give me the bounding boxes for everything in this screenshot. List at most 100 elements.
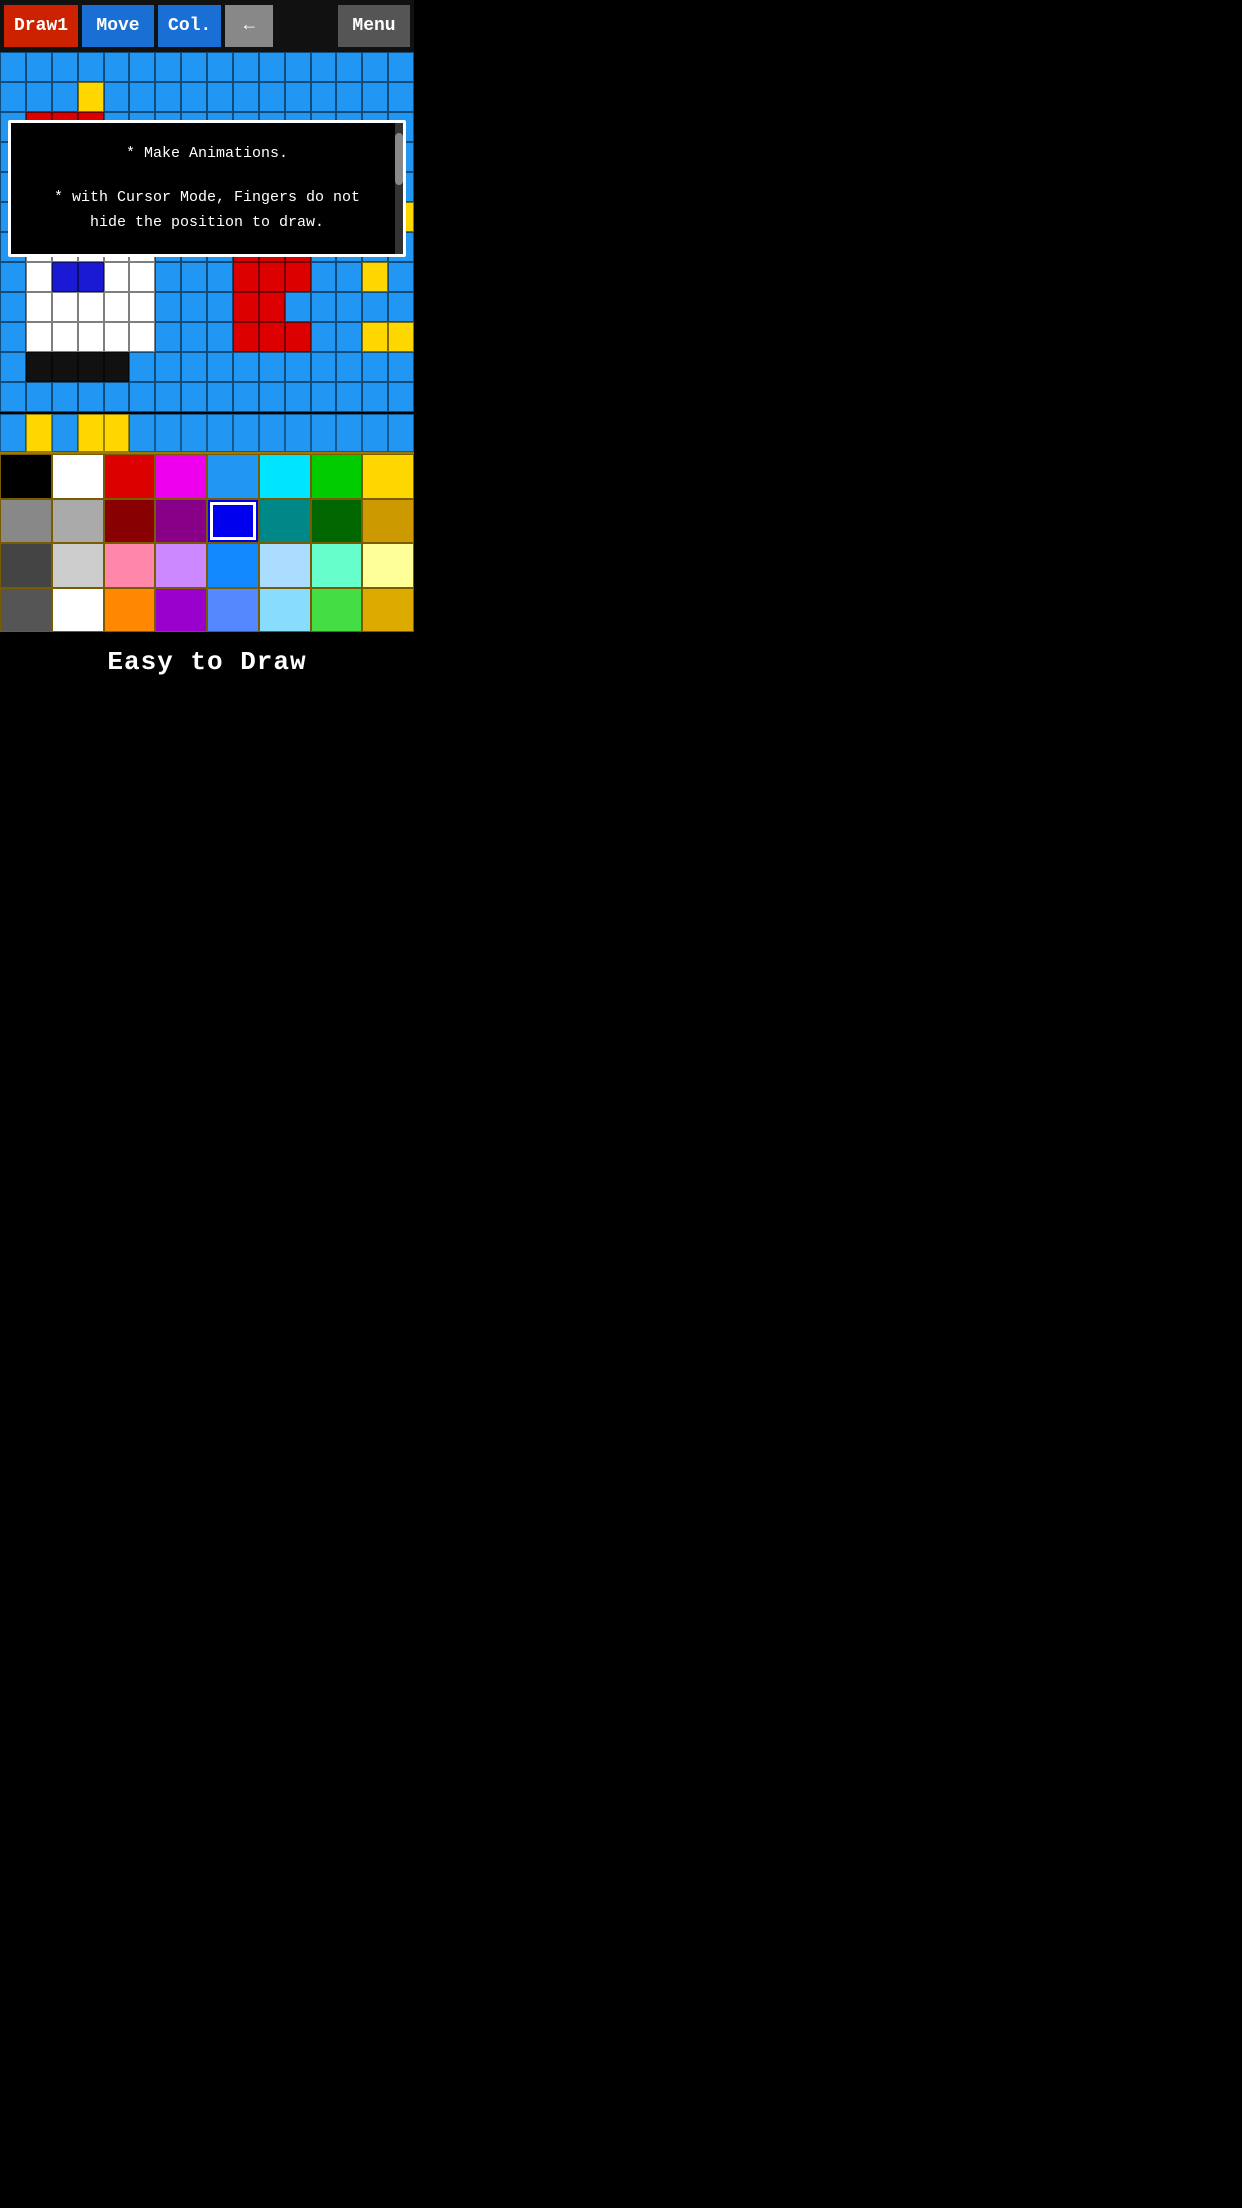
pixel-cell[interactable] — [26, 382, 52, 412]
palette-row-cell[interactable] — [104, 414, 130, 452]
pixel-cell[interactable] — [259, 322, 285, 352]
palette-row-cell[interactable] — [129, 414, 155, 452]
color-swatch[interactable] — [311, 499, 363, 544]
pixel-cell[interactable] — [0, 382, 26, 412]
pixel-cell[interactable] — [129, 262, 155, 292]
pixel-cell[interactable] — [155, 82, 181, 112]
palette-row-cell[interactable] — [78, 414, 104, 452]
color-swatch[interactable] — [0, 588, 52, 633]
pixel-cell[interactable] — [207, 352, 233, 382]
pixel-cell[interactable] — [104, 352, 130, 382]
color-swatch[interactable] — [259, 499, 311, 544]
color-swatch[interactable] — [362, 543, 414, 588]
pixel-cell[interactable] — [233, 52, 259, 82]
color-swatch[interactable] — [104, 454, 156, 499]
pixel-cell[interactable] — [311, 322, 337, 352]
color-swatch[interactable] — [52, 499, 104, 544]
pixel-cell[interactable] — [52, 322, 78, 352]
move-button[interactable]: Move — [82, 5, 154, 47]
color-swatch[interactable] — [207, 499, 259, 544]
pixel-cell[interactable] — [285, 82, 311, 112]
pixel-cell[interactable] — [104, 262, 130, 292]
pixel-cell[interactable] — [78, 322, 104, 352]
color-swatch[interactable] — [0, 499, 52, 544]
pixel-cell[interactable] — [155, 52, 181, 82]
col-button[interactable]: Col. — [158, 5, 221, 47]
pixel-cell[interactable] — [311, 352, 337, 382]
pixel-cell[interactable] — [181, 322, 207, 352]
pixel-cell[interactable] — [52, 352, 78, 382]
color-swatch[interactable] — [311, 588, 363, 633]
pixel-cell[interactable] — [181, 382, 207, 412]
menu-button[interactable]: Menu — [338, 5, 410, 47]
pixel-cell[interactable] — [336, 292, 362, 322]
pixel-cell[interactable] — [259, 82, 285, 112]
pixel-cell[interactable] — [78, 292, 104, 322]
pixel-cell[interactable] — [26, 322, 52, 352]
pixel-cell[interactable] — [155, 352, 181, 382]
pixel-cell[interactable] — [259, 382, 285, 412]
pixel-cell[interactable] — [26, 82, 52, 112]
pixel-cell[interactable] — [207, 82, 233, 112]
pixel-cell[interactable] — [0, 82, 26, 112]
pixel-cell[interactable] — [104, 322, 130, 352]
pixel-cell[interactable] — [336, 322, 362, 352]
color-swatch[interactable] — [155, 543, 207, 588]
palette-row-cell[interactable] — [362, 414, 388, 452]
pixel-cell[interactable] — [0, 52, 26, 82]
pixel-cell[interactable] — [52, 82, 78, 112]
pixel-cell[interactable] — [129, 322, 155, 352]
pixel-cell[interactable] — [233, 82, 259, 112]
pixel-cell[interactable] — [362, 352, 388, 382]
palette-row-cell[interactable] — [181, 414, 207, 452]
palette-row-cell[interactable] — [155, 414, 181, 452]
palette-row-cell[interactable] — [311, 414, 337, 452]
pixel-cell[interactable] — [311, 292, 337, 322]
pixel-cell[interactable] — [285, 322, 311, 352]
pixel-cell[interactable] — [129, 82, 155, 112]
pixel-cell[interactable] — [129, 292, 155, 322]
color-swatch[interactable] — [0, 543, 52, 588]
pixel-cell[interactable] — [181, 82, 207, 112]
pixel-cell[interactable] — [285, 292, 311, 322]
pixel-cell[interactable] — [155, 292, 181, 322]
color-swatch[interactable] — [52, 588, 104, 633]
pixel-cell[interactable] — [78, 352, 104, 382]
pixel-cell[interactable] — [26, 52, 52, 82]
pixel-cell[interactable] — [155, 382, 181, 412]
pixel-cell[interactable] — [155, 322, 181, 352]
color-swatch[interactable] — [259, 543, 311, 588]
pixel-cell[interactable] — [388, 82, 414, 112]
pixel-cell[interactable] — [0, 262, 26, 292]
pixel-cell[interactable] — [259, 52, 285, 82]
pixel-cell[interactable] — [181, 352, 207, 382]
pixel-cell[interactable] — [78, 382, 104, 412]
color-swatch[interactable] — [259, 588, 311, 633]
pixel-cell[interactable] — [52, 382, 78, 412]
color-swatch[interactable] — [155, 454, 207, 499]
pixel-cell[interactable] — [311, 82, 337, 112]
pixel-cell[interactable] — [362, 382, 388, 412]
pixel-cell[interactable] — [181, 52, 207, 82]
pixel-cell[interactable] — [233, 352, 259, 382]
color-swatch[interactable] — [311, 454, 363, 499]
pixel-cell[interactable] — [336, 82, 362, 112]
color-swatch[interactable] — [362, 588, 414, 633]
pixel-cell[interactable] — [181, 262, 207, 292]
pixel-cell[interactable] — [78, 52, 104, 82]
pixel-cell[interactable] — [285, 382, 311, 412]
pixel-cell[interactable] — [207, 382, 233, 412]
pixel-cell[interactable] — [207, 292, 233, 322]
pixel-cell[interactable] — [104, 382, 130, 412]
pixel-cell[interactable] — [311, 382, 337, 412]
pixel-cell[interactable] — [388, 52, 414, 82]
pixel-cell[interactable] — [362, 82, 388, 112]
color-swatch[interactable] — [155, 499, 207, 544]
pixel-cell[interactable] — [26, 352, 52, 382]
pixel-cell[interactable] — [233, 262, 259, 292]
pixel-cell[interactable] — [336, 52, 362, 82]
color-swatch[interactable] — [104, 588, 156, 633]
pixel-cell[interactable] — [207, 262, 233, 292]
color-swatch[interactable] — [207, 543, 259, 588]
pixel-cell[interactable] — [52, 262, 78, 292]
